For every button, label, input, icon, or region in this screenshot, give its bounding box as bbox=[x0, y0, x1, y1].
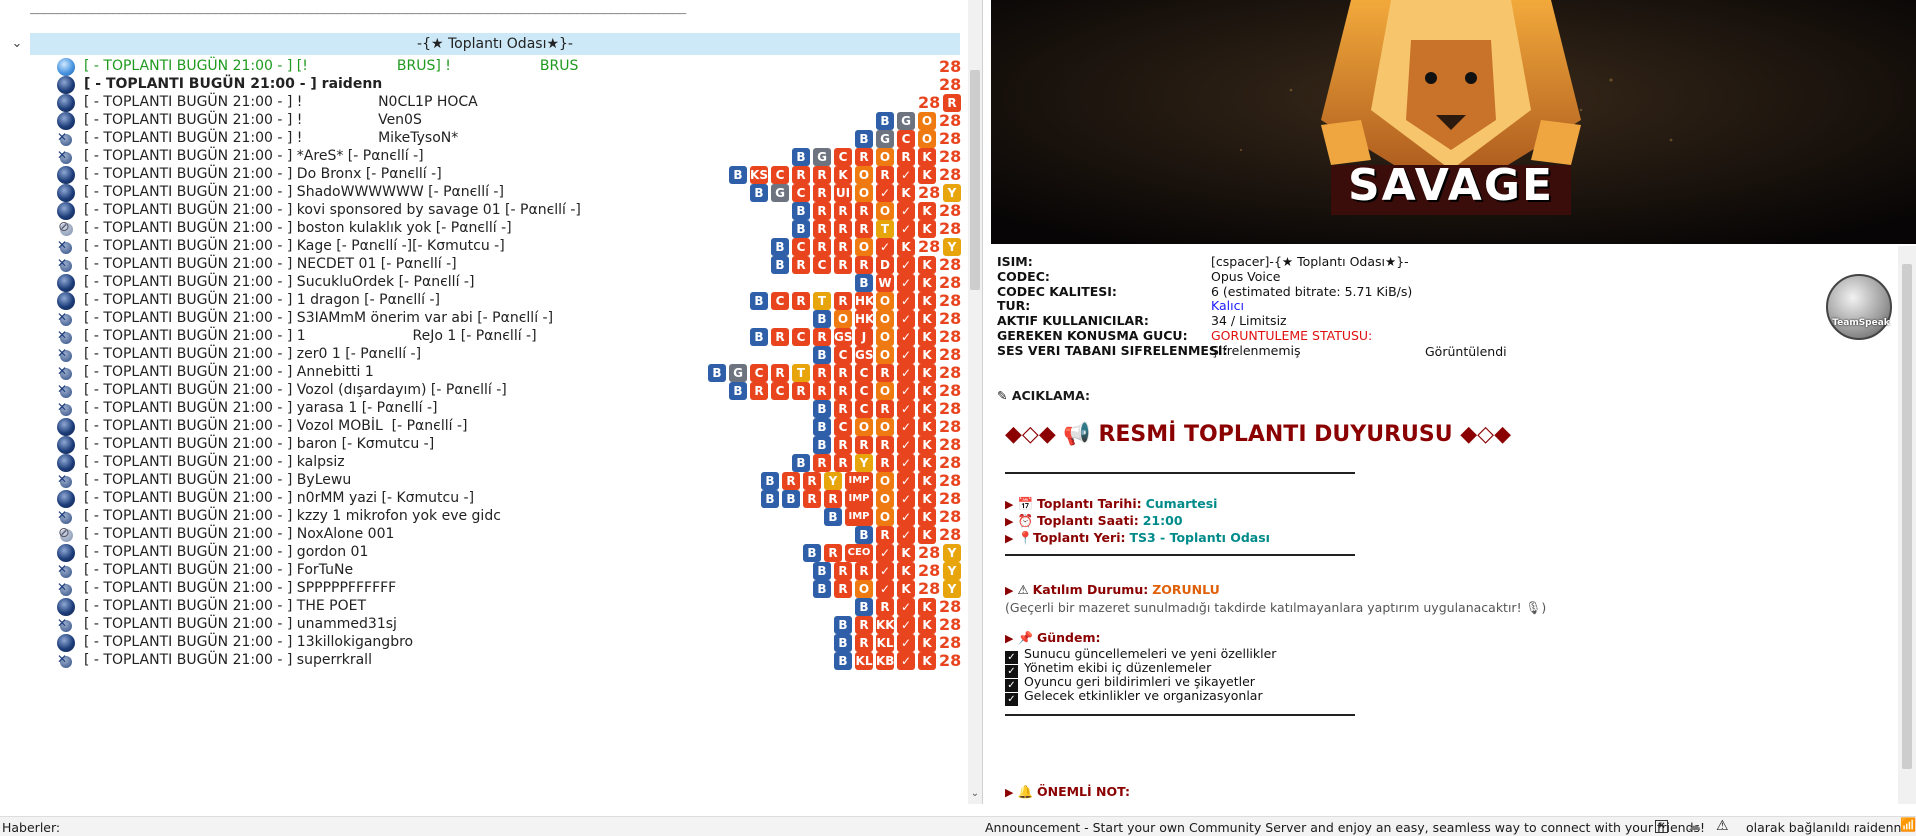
user-name: [ - TOPLANTI BUGÜN 21:00 - ] 1 dragon [-… bbox=[84, 292, 440, 308]
user-name: [ - TOPLANTI BUGÜN 21:00 - ] Do Bronx [-… bbox=[84, 166, 442, 182]
divider bbox=[1005, 714, 1355, 716]
meeting-time: ▶ ⏰ Toplantı Saati: 21:00 bbox=[1005, 513, 1183, 528]
user-name: [ - TOPLANTI BUGÜN 21:00 - ] unammed31sj bbox=[84, 616, 397, 632]
channel-tree-panel: ________________________________________… bbox=[0, 0, 983, 804]
info-key: GEREKEN KONUSMA GUCU: bbox=[997, 328, 1188, 343]
meeting-place: ▶ 📍Toplantı Yeri: TS3 - Toplantı Odası bbox=[1005, 530, 1270, 545]
user-name: [ - TOPLANTI BUGÜN 21:00 - ] ForTuNe bbox=[84, 562, 354, 578]
info-key: SES VERI TABANI SIFRELENMESI: bbox=[997, 342, 1228, 358]
announcement-text[interactable]: Announcement - Start your own Community … bbox=[985, 820, 1705, 835]
agenda-text: Sunucu güncellemeleri ve yeni özellikler bbox=[1024, 646, 1277, 661]
teamspeak-window: ________________________________________… bbox=[0, 0, 1916, 836]
badge-group: B KL KB ✓ K 28 bbox=[834, 652, 961, 670]
teamspeak-logo-icon: TeamSpeak bbox=[1826, 274, 1892, 340]
user-name: [ - TOPLANTI BUGÜN 21:00 - ] zer0 1 [- P… bbox=[84, 346, 422, 362]
info-key: CODEC: bbox=[997, 268, 1050, 284]
cloud-icon[interactable]: ☁ bbox=[1688, 819, 1701, 834]
user-name: [ - TOPLANTI BUGÜN 21:00 - ] THE POET bbox=[84, 598, 367, 614]
user-name: [ - TOPLANTI BUGÜN 21:00 - ] kzzy 1 mikr… bbox=[84, 508, 501, 524]
info-value: GORUNTULEME STATUSU: bbox=[1211, 328, 1373, 343]
important-note: ▶ 🔔 ÖNEMLİ NOT: bbox=[1005, 784, 1130, 799]
info-value: Kalıcı bbox=[1211, 298, 1244, 314]
user-name: [ - TOPLANTI BUGÜN 21:00 - ] 1 ReJo 1 [-… bbox=[84, 328, 537, 344]
info-key: ISIM: bbox=[997, 254, 1033, 269]
user-name: [ - TOPLANTI BUGÜN 21:00 - ] ShadoWWWWWW… bbox=[84, 184, 504, 200]
divider bbox=[1005, 554, 1355, 556]
user-name: [ - TOPLANTI BUGÜN 21:00 - ] Annebitti 1 bbox=[84, 364, 374, 380]
channel-row[interactable]: -{★ Toplantı Odası★}- bbox=[30, 33, 960, 55]
attendance-note: (Geçerli bir mazeret sunulmadığı takdird… bbox=[1005, 600, 1547, 615]
checkbox-icon: ✓ bbox=[1005, 693, 1018, 706]
user-name: [ - TOPLANTI BUGÜN 21:00 - ] yarasa 1 [-… bbox=[84, 400, 438, 416]
info-value: Şifrelenmemiş bbox=[1211, 342, 1301, 358]
scroll-down-icon[interactable]: ⌄ bbox=[968, 788, 982, 802]
info-value: Opus Voice bbox=[1211, 268, 1281, 284]
info-key: CODEC KALITESI: bbox=[997, 283, 1117, 299]
badge-icon: 28 bbox=[939, 652, 961, 670]
user-name: [ - TOPLANTI BUGÜN 21:00 - ] NoxAlone 00… bbox=[84, 526, 395, 542]
user-name: [ - TOPLANTI BUGÜN 21:00 - ] Kage [- Pαn… bbox=[84, 238, 505, 254]
badge-icon: K bbox=[918, 652, 936, 670]
description-label: ✎ ACIKLAMA: bbox=[997, 388, 1090, 403]
user-name: [ - TOPLANTI BUGÜN 21:00 - ] gordon 01 bbox=[84, 544, 369, 560]
agenda-item: ✓ Gelecek etkinlikler ve organizasyonlar bbox=[1005, 688, 1263, 706]
divider bbox=[1005, 472, 1355, 474]
warning-icon[interactable]: ⚠ bbox=[1716, 818, 1729, 834]
user-name: [ - TOPLANTI BUGÜN 21:00 - ] NECDET 01 [… bbox=[84, 256, 457, 272]
close-icon[interactable]: ✕ bbox=[1655, 820, 1668, 833]
badge-icon: KL bbox=[855, 652, 873, 670]
info-scrollbar[interactable] bbox=[1898, 246, 1916, 804]
user-name: [ - TOPLANTI BUGÜN 21:00 - ] Vozol MOBİL… bbox=[84, 418, 468, 434]
info-value: 34 / Limitsiz bbox=[1211, 313, 1287, 329]
banner-text: SAVAGE bbox=[1347, 160, 1555, 211]
user-row[interactable]: [ - TOPLANTI BUGÜN 21:00 - ] superrkrall… bbox=[0, 650, 965, 672]
tree-scrollbar[interactable]: ⌄ bbox=[968, 0, 982, 804]
user-name: [ - TOPLANTI BUGÜN 21:00 - ] [! BRUS] ! … bbox=[84, 58, 579, 74]
info-key: TUR: bbox=[997, 298, 1031, 314]
spacer-channel[interactable]: ________________________________________… bbox=[30, 0, 960, 22]
user-name: [ - TOPLANTI BUGÜN 21:00 - ] S3IAMmM öne… bbox=[84, 310, 554, 326]
agenda-text: Gelecek etkinlikler ve organizasyonlar bbox=[1024, 688, 1263, 703]
connection-status: olarak bağlanıldı raidenn bbox=[1746, 820, 1902, 835]
user-name: [ - TOPLANTI BUGÜN 21:00 - ] boston kula… bbox=[84, 220, 512, 236]
user-name: [ - TOPLANTI BUGÜN 21:00 - ] ByLewu bbox=[84, 472, 352, 488]
chevron-down-icon[interactable]: ⌄ bbox=[8, 36, 26, 54]
user-name: [ - TOPLANTI BUGÜN 21:00 - ] raidenn bbox=[84, 76, 383, 92]
user-name: [ - TOPLANTI BUGÜN 21:00 - ] ! MikeTysoN… bbox=[84, 130, 459, 146]
announcement-title: ◆◇◆ 📢 RESMİ TOPLANTI DUYURUSU ◆◇◆ bbox=[1005, 422, 1512, 447]
muted-mic-icon bbox=[57, 652, 75, 670]
user-name: [ - TOPLANTI BUGÜN 21:00 - ] *AreS* [- P… bbox=[84, 148, 424, 164]
badge-icon: ✓ bbox=[897, 652, 915, 670]
attendance-status: ▶ ⚠ Katılım Durumu: ZORUNLU bbox=[1005, 582, 1220, 597]
user-name: [ - TOPLANTI BUGÜN 21:00 - ] Vozol (dışa… bbox=[84, 382, 507, 398]
channel-info-panel: ISIM: [cspacer]-{★ Toplantı Odası★}- CODEC… bbox=[991, 246, 1916, 804]
scroll-thumb[interactable] bbox=[1902, 264, 1912, 769]
view-status-value: Görüntülendi bbox=[1425, 344, 1507, 359]
badge-icon: B bbox=[834, 652, 852, 670]
news-label: Haberler: bbox=[2, 820, 61, 835]
user-name: [ - TOPLANTI BUGÜN 21:00 - ] kovi sponso… bbox=[84, 202, 581, 218]
user-name: [ - TOPLANTI BUGÜN 21:00 - ] 13killokiga… bbox=[84, 634, 414, 650]
channel-banner: SAVAGE bbox=[991, 0, 1916, 244]
user-name: [ - TOPLANTI BUGÜN 21:00 - ] baron [- Kσ… bbox=[84, 436, 435, 452]
user-name: [ - TOPLANTI BUGÜN 21:00 - ] ! N0CL1P HO… bbox=[84, 94, 478, 110]
scroll-thumb[interactable] bbox=[970, 70, 980, 290]
signal-icon: 📶 bbox=[1900, 818, 1916, 833]
channel-name: -{★ Toplantı Odası★}- bbox=[417, 36, 573, 52]
agenda-heading: ▶ 📌 Gündem: bbox=[1005, 630, 1101, 645]
badge-icon: KB bbox=[876, 652, 894, 670]
info-value: 6 (estimated bitrate: 5.71 KiB/s) bbox=[1211, 283, 1413, 299]
user-name: [ - TOPLANTI BUGÜN 21:00 - ] superrkrall bbox=[84, 652, 372, 668]
meeting-date: ▶ 📅 Toplantı Tarihi: Cumartesi bbox=[1005, 496, 1218, 511]
user-name: [ - TOPLANTI BUGÜN 21:00 - ] kalpsiz bbox=[84, 454, 345, 470]
status-bar: Haberler: Announcement - Start your own … bbox=[0, 816, 1916, 836]
info-value: [cspacer]-{★ Toplantı Odası★}- bbox=[1211, 254, 1409, 269]
agenda-text: Oyuncu geri bildirimleri ve şikayetler bbox=[1024, 674, 1255, 689]
user-name: [ - TOPLANTI BUGÜN 21:00 - ] SucukluOrde… bbox=[84, 274, 475, 290]
user-name: [ - TOPLANTI BUGÜN 21:00 - ] ! Ven0S bbox=[84, 112, 422, 128]
user-name: [ - TOPLANTI BUGÜN 21:00 - ] SPPPPPFFFFF… bbox=[84, 580, 397, 596]
user-name: [ - TOPLANTI BUGÜN 21:00 - ] n0rMM yazi … bbox=[84, 490, 475, 506]
agenda-text: Yönetim ekibi iç düzenlemeler bbox=[1024, 660, 1212, 675]
info-key: AKTIF KULLANICILAR: bbox=[997, 313, 1149, 329]
